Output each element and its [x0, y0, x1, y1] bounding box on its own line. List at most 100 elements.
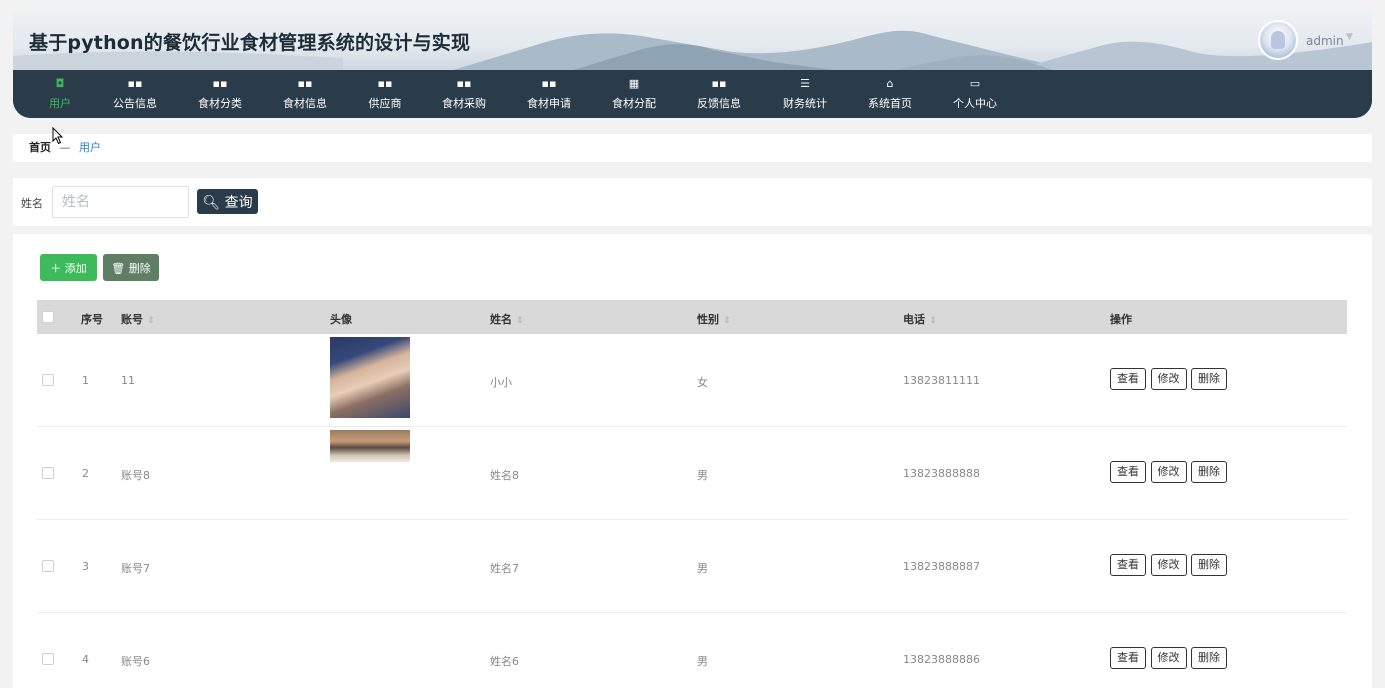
batch-delete-label: 删除 — [128, 261, 151, 275]
delete-button[interactable]: 删除 — [1191, 368, 1227, 390]
grid-icon: ▪▪ — [212, 77, 228, 90]
view-button[interactable]: 查看 — [1110, 461, 1146, 483]
clipboard-icon: ◘ — [55, 77, 65, 90]
sort-icon[interactable]: ⇕ — [516, 316, 524, 326]
grid-icon: ▪▪ — [377, 77, 393, 90]
cell-account: 账号8 — [121, 469, 150, 482]
chevron-down-icon[interactable]: ▼ — [1346, 32, 1353, 42]
search-input[interactable] — [52, 186, 189, 218]
nav-label: 食材分配 — [612, 97, 656, 110]
user-avatar-image — [330, 430, 410, 462]
cell-name: 姓名7 — [490, 562, 519, 575]
select-all-checkbox[interactable] — [42, 311, 54, 323]
sort-icon[interactable]: ⇕ — [147, 316, 155, 326]
nav-item-ingredient-info[interactable]: ▪▪ 食材信息 — [270, 76, 340, 111]
header-phone-label: 电话 — [903, 313, 925, 326]
header-actions: 操作 — [1110, 313, 1132, 326]
nav-label: 用户 — [49, 97, 71, 110]
edit-button[interactable]: 修改 — [1150, 647, 1187, 669]
header-gender-label: 性别 — [697, 313, 719, 326]
app-title: 基于python的餐饮行业食材管理系统的设计与实现 — [29, 32, 471, 54]
add-button[interactable]: ＋ 添加 — [40, 254, 97, 281]
cell-index: 1 — [82, 374, 89, 387]
search-button[interactable]: 🔍︎ 查询 — [197, 189, 258, 214]
top-header: 基于python的餐饮行业食材管理系统的设计与实现 admin ▼ ◘ 用户 ▪… — [13, 12, 1372, 118]
header-phone[interactable]: 电话 ⇕ — [903, 311, 937, 327]
grid-icon: ▪▪ — [711, 77, 727, 90]
delete-button[interactable]: 删除 — [1191, 554, 1227, 576]
grid-icon: ▪▪ — [541, 77, 557, 90]
search-panel: 姓名 🔍︎ 查询 — [13, 178, 1372, 226]
nav-item-purchase[interactable]: ▪▪ 食材采购 — [429, 76, 499, 111]
nav-item-allocation[interactable]: ▦ 食材分配 — [599, 76, 669, 111]
edit-button[interactable]: 修改 — [1150, 554, 1187, 576]
nav-label: 个人中心 — [953, 97, 997, 110]
trash-icon: 🗑︎ — [111, 261, 126, 275]
row-checkbox[interactable] — [42, 653, 54, 665]
users-table: 序号 账号 ⇕ 头像 姓名 ⇕ 性别 ⇕ 电话 ⇕ 操作 1 11 小小 女 13823… — [37, 300, 1347, 688]
nav-label: 食材分类 — [198, 97, 242, 110]
delete-button[interactable]: 删除 — [1191, 647, 1227, 669]
mouse-cursor-icon — [52, 127, 64, 145]
list-panel: ＋ 添加 🗑︎ 删除 序号 账号 ⇕ 头像 姓名 ⇕ 性别 ⇕ 电话 ⇕ 操作 1 11… — [13, 234, 1372, 688]
table-row: 4 账号6 姓名6 男 13823888886 查看 修改 删除 — [37, 613, 1347, 688]
cell-phone: 13823888887 — [903, 560, 980, 573]
nav-item-home[interactable]: ⌂ 系统首页 — [855, 76, 925, 111]
row-checkbox[interactable] — [42, 560, 54, 572]
nav-item-profile[interactable]: ▭ 个人中心 — [940, 76, 1010, 111]
nav-label: 供应商 — [368, 97, 402, 110]
edit-button[interactable]: 修改 — [1150, 461, 1187, 483]
nav-item-announcements[interactable]: ▪▪ 公告信息 — [100, 76, 170, 111]
grid-icon: ▪▪ — [127, 77, 143, 90]
cell-name: 小小 — [490, 376, 512, 389]
header-account[interactable]: 账号 ⇕ — [121, 311, 155, 327]
nav-item-request[interactable]: ▪▪ 食材申请 — [514, 76, 584, 111]
table-row: 1 11 小小 女 13823811111 查看 修改 删除 — [37, 334, 1347, 427]
nav-label: 反馈信息 — [697, 97, 741, 110]
view-button[interactable]: 查看 — [1110, 647, 1146, 669]
row-actions: 查看 修改 删除 — [1110, 368, 1228, 390]
header-name[interactable]: 姓名 ⇕ — [490, 311, 524, 327]
cell-gender: 男 — [697, 562, 708, 575]
table-row: 2 账号8 姓名8 男 13823888888 查看 修改 删除 — [37, 427, 1347, 520]
main-nav: ◘ 用户 ▪▪ 公告信息 ▪▪ 食材分类 ▪▪ 食材信息 ▪▪ 供应商 ▪▪ 食… — [13, 70, 1372, 118]
nav-label: 公告信息 — [113, 97, 157, 110]
nav-item-finance[interactable]: ☰ 财务统计 — [770, 76, 840, 111]
breadcrumb-current: 用户 — [79, 141, 101, 154]
cell-account: 11 — [121, 374, 135, 387]
cell-phone: 13823888888 — [903, 467, 980, 480]
cell-phone: 13823888886 — [903, 653, 980, 666]
nav-label: 系统首页 — [868, 97, 912, 110]
view-button[interactable]: 查看 — [1110, 554, 1146, 576]
view-button[interactable]: 查看 — [1110, 368, 1146, 390]
edit-button[interactable]: 修改 — [1150, 368, 1187, 390]
search-label: 姓名 — [21, 197, 43, 210]
cell-account: 账号7 — [121, 562, 150, 575]
delete-button[interactable]: 删除 — [1191, 461, 1227, 483]
cell-gender: 女 — [697, 376, 708, 389]
table-row: 3 账号7 姓名7 男 13823888887 查看 修改 删除 — [37, 520, 1347, 613]
batch-delete-button[interactable]: 🗑︎ 删除 — [103, 254, 159, 281]
cell-gender: 男 — [697, 469, 708, 482]
row-checkbox[interactable] — [42, 467, 54, 479]
grid-icon: ▦ — [628, 77, 640, 90]
table-header: 序号 账号 ⇕ 头像 姓名 ⇕ 性别 ⇕ 电话 ⇕ 操作 — [37, 300, 1347, 334]
nav-label: 财务统计 — [783, 97, 827, 110]
nav-item-feedback[interactable]: ▪▪ 反馈信息 — [684, 76, 754, 111]
username[interactable]: admin — [1306, 34, 1344, 48]
nav-item-users[interactable]: ◘ 用户 — [25, 76, 95, 111]
sort-icon[interactable]: ⇕ — [929, 316, 937, 326]
header-gender[interactable]: 性别 ⇕ — [697, 311, 731, 327]
nav-item-ingredient-category[interactable]: ▪▪ 食材分类 — [185, 76, 255, 111]
nav-label: 食材采购 — [442, 97, 486, 110]
row-checkbox[interactable] — [42, 374, 54, 386]
row-actions: 查看 修改 删除 — [1110, 461, 1228, 483]
cell-name: 姓名8 — [490, 469, 519, 482]
breadcrumb: 首页 — 用户 — [13, 134, 1372, 162]
header-name-label: 姓名 — [490, 313, 512, 326]
user-avatar[interactable] — [1258, 20, 1298, 60]
cell-index: 3 — [82, 560, 89, 573]
sort-icon[interactable]: ⇕ — [723, 316, 731, 326]
breadcrumb-home[interactable]: 首页 — [29, 141, 51, 154]
nav-item-supplier[interactable]: ▪▪ 供应商 — [350, 76, 420, 111]
